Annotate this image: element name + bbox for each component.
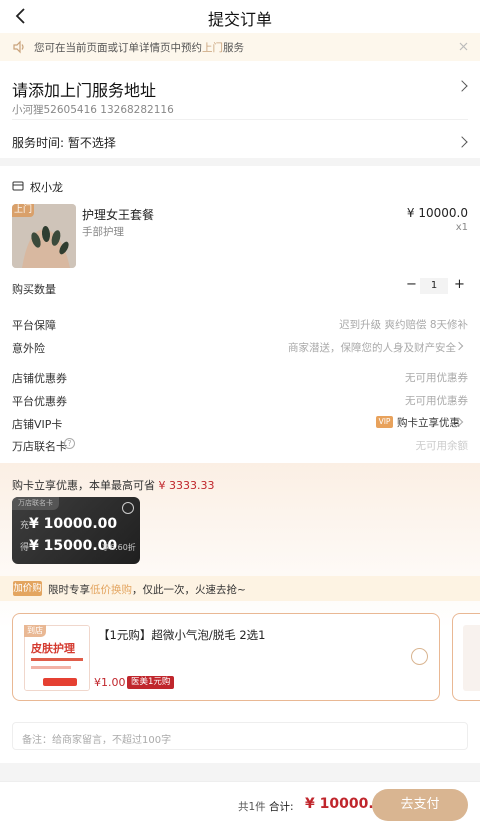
pay-button[interactable]: 去支付 [372, 789, 468, 821]
vip-card-label: 店铺VIP卡 [12, 418, 63, 431]
shop-icon [12, 180, 24, 195]
product-thumbnail[interactable]: 上门 [12, 204, 76, 268]
address-card: 请添加上门服务地址 小河狸52605416 13268282116 服务时间: … [0, 61, 480, 158]
address-arrow-icon[interactable] [456, 80, 468, 92]
shop-coupon-value: 无可用优惠券 [405, 372, 468, 384]
divider [12, 119, 468, 120]
card-radio[interactable] [122, 502, 134, 514]
close-icon[interactable] [458, 41, 469, 55]
product-category: 手部护理 [82, 226, 124, 238]
union-vip-card[interactable]: 万店联名卡 充¥ 10000.00 得¥ 15000.00 享6.60折 [12, 497, 140, 564]
vip-card-value[interactable]: 购卡立享优惠 [397, 415, 460, 430]
addon-product-tag: 医美1元购 [127, 676, 175, 689]
platform-coupon-value: 无可用优惠券 [405, 395, 468, 407]
promo-title: 购卡立享优惠，本单最高可省 ¥ 3333.33 [12, 479, 215, 492]
card-name: 万店联名卡 [12, 497, 59, 510]
quantity-label: 购买数量 [12, 283, 56, 296]
insurance-value[interactable]: 商家潜送，保障您的人身及财产安全 [288, 340, 456, 355]
address-title[interactable]: 请添加上门服务地址 [12, 77, 156, 101]
product-count: x1 [455, 222, 468, 233]
quantity-plus-button[interactable]: + [454, 277, 465, 292]
platform-coupon-label: 平台优惠券 [12, 395, 67, 408]
contact-info: 小河狸52605416 13268282116 [12, 104, 174, 116]
notice-bar: 您可在当前页面或订单详情页中预约上门服务 [0, 33, 480, 61]
notice-text: 您可在当前页面或订单详情页中预约上门服务 [34, 42, 244, 54]
shop-coupon-label: 店铺优惠券 [12, 372, 67, 385]
guarantee-label: 平台保障 [12, 319, 56, 332]
insurance-arrow-icon[interactable] [454, 341, 464, 351]
addon-text: 限时专享低价换购，仅此一次，火速去抢~ [48, 584, 246, 596]
page-title: 提交订单 [207, 10, 272, 29]
addon-thumb-title: 皮肤护理 [31, 642, 75, 655]
product-badge: 上门 [12, 204, 34, 217]
speaker-icon [12, 40, 26, 57]
header-bar: 提交订单 [0, 0, 480, 33]
addon-product-card-next[interactable] [452, 613, 480, 701]
product-name[interactable]: 护理女王套餐 [82, 206, 154, 223]
discount-text: 享6.60折 [102, 543, 136, 552]
addon-select-radio[interactable] [411, 648, 428, 665]
union-card-value: 无可用余额 [415, 440, 469, 452]
addon-product-price: ¥1.00 [94, 676, 126, 689]
quantity-minus-button[interactable]: − [406, 277, 417, 292]
remark-input[interactable]: 备注：给商家留言，不超过100字 [12, 722, 468, 750]
union-card-label: 万店联名卡 [12, 440, 67, 453]
help-icon[interactable]: ? [64, 438, 75, 449]
quantity-value[interactable]: 1 [420, 278, 448, 294]
product-price: ¥ 10000.0 [406, 206, 468, 220]
charge-row: 充¥ 10000.00 [20, 516, 118, 532]
service-time-arrow-icon[interactable] [456, 136, 468, 148]
remark-placeholder: 备注：给商家留言，不超过100字 [22, 735, 172, 746]
vip-tag: VIP [376, 416, 393, 428]
addon-product-name: 【1元购】超微小气泡/脱毛 2选1 [98, 628, 266, 642]
order-card: 权小龙 上门 护理女王套餐 手部护理 ¥ 10000.0 x1 购买数量 − +… [0, 166, 480, 463]
addon-product-badge: 到店 [24, 625, 46, 637]
shop-name[interactable]: 权小龙 [30, 179, 63, 195]
guarantee-value: 迟到升级 爽约赔偿 8天修补 [339, 319, 468, 331]
service-time[interactable]: 服务时间: 暂不选择 [12, 134, 116, 151]
addon-tag: 加价购 [13, 581, 42, 596]
addon-product-card[interactable]: 皮肤护理 到店 【1元购】超微小气泡/脱毛 2选1 ¥1.00 医美1元购 [12, 613, 440, 701]
insurance-label: 意外险 [12, 342, 45, 355]
total-summary: 共1件 合计: [238, 801, 294, 813]
